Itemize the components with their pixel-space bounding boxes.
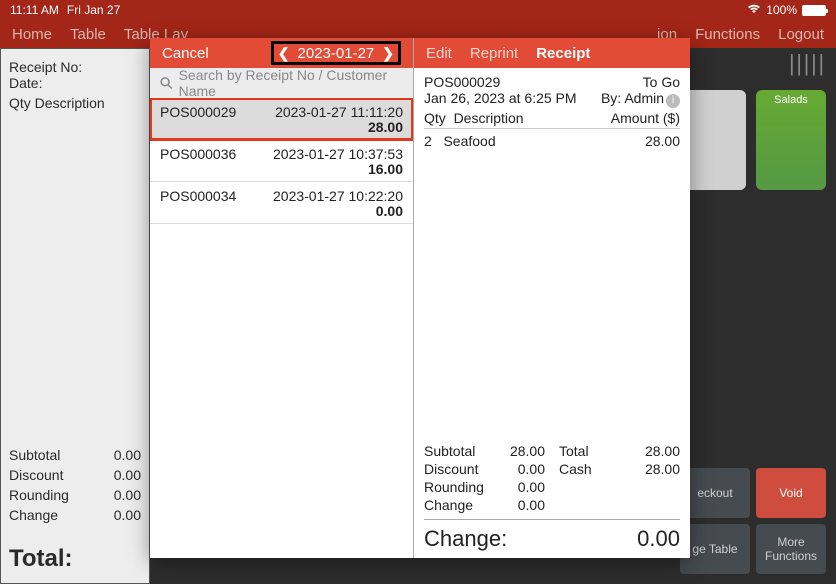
catalog: Salads [676, 90, 826, 190]
receipt-amt: 28.00 [368, 119, 403, 135]
checkout-button[interactable]: eckout [680, 468, 750, 518]
info-icon[interactable]: i [666, 94, 680, 108]
line-qty: 2 [424, 133, 432, 149]
nav-home[interactable]: Home [12, 26, 52, 43]
receipt-amt: 0.00 [376, 203, 403, 219]
date-prev-icon[interactable]: ❮ [278, 45, 290, 62]
popup-right-pane: Edit Reprint Receipt POS000029 To Go Jan… [414, 38, 690, 558]
receipt-ts: 2023-01-27 11:11:20 [275, 104, 403, 120]
bg-qtydesc: Qty Description [9, 95, 141, 111]
bg-change-v: 0.00 [114, 507, 141, 523]
subtotal-l: Subtotal [424, 443, 496, 459]
tab-receipt[interactable]: Receipt [536, 45, 590, 62]
detail-id: POS000029 [424, 74, 500, 90]
nav-table[interactable]: Table [70, 26, 106, 43]
bg-date: Date: [9, 75, 141, 91]
receipt-ts: 2023-01-27 10:37:53 [273, 146, 403, 162]
bg-receipt-panel: Receipt No: Date: Qty Description Subtot… [0, 48, 150, 584]
receipt-detail: POS000029 To Go Jan 26, 2023 at 6:25 PM … [414, 68, 690, 558]
subtotal-v: 28.00 [510, 443, 545, 459]
total-l: Total [559, 443, 631, 459]
detail-datetime: Jan 26, 2023 at 6:25 PM [424, 90, 577, 108]
receipt-amt: 16.00 [368, 161, 403, 177]
line-desc: Seafood [443, 133, 495, 149]
void-button[interactable]: Void [756, 468, 826, 518]
status-bar: 11:11 AM Fri Jan 27 100% [0, 0, 836, 20]
wifi-icon [747, 3, 761, 17]
cash-l: Cash [559, 461, 631, 477]
change-v: 0.00 [510, 497, 545, 513]
receipt-list: POS000029 2023-01-27 11:11:20 28.00 POS00… [150, 98, 413, 558]
barcode-icon[interactable]: ⎮⎮⎮⎮⎮ [787, 55, 824, 76]
popup-right-header: Edit Reprint Receipt [414, 38, 690, 68]
search-icon [160, 76, 173, 90]
receipt-id: POS000036 [160, 146, 236, 162]
status-date: Fri Jan 27 [67, 3, 120, 17]
col-qty: Qty [424, 110, 446, 126]
col-amt: Amount ($) [611, 110, 680, 126]
detail-status: To Go [643, 74, 680, 90]
cash-v: 28.00 [645, 461, 680, 477]
date-selector: ❮ 2023-01-27 ❯ [271, 41, 401, 65]
popup-left-header: Cancel ❮ 2023-01-27 ❯ [150, 38, 413, 68]
big-change-label: Change: [424, 526, 507, 552]
receipt-id: POS000034 [160, 188, 236, 204]
detail-by: By: Admin [601, 90, 664, 106]
search-placeholder: Search by Receipt No / Customer Name [179, 67, 403, 99]
catalog-salads-label: Salads [774, 94, 808, 106]
receipt-id: POS000029 [160, 104, 236, 120]
date-value[interactable]: 2023-01-27 [298, 45, 375, 62]
receipt-row[interactable]: POS000029 2023-01-27 11:11:20 28.00 [150, 98, 413, 140]
bg-discount-v: 0.00 [114, 467, 141, 483]
rounding-l: Rounding [424, 479, 496, 495]
bg-rounding-v: 0.00 [114, 487, 141, 503]
battery-icon [802, 5, 826, 16]
catalog-item-salads[interactable]: Salads [756, 90, 826, 190]
receipt-row[interactable]: POS000034 2023-01-27 10:22:20 0.00 [150, 182, 413, 224]
change-table-button[interactable]: ge Table [680, 524, 750, 574]
bg-discount-l: Discount [9, 467, 63, 483]
more-functions-button[interactable]: More Functions [756, 524, 826, 574]
bg-rounding-l: Rounding [9, 487, 69, 503]
date-next-icon[interactable]: ❯ [382, 45, 394, 62]
bg-change-l: Change [9, 507, 58, 523]
bg-receipt-no: Receipt No: [9, 59, 141, 75]
receipt-popup: Cancel ❮ 2023-01-27 ❯ Search by Receipt … [150, 38, 690, 558]
battery-pct: 100% [766, 3, 797, 17]
tab-edit[interactable]: Edit [426, 45, 452, 62]
change-l: Change [424, 497, 496, 513]
search-bar[interactable]: Search by Receipt No / Customer Name [150, 68, 413, 98]
status-time: 11:11 AM [10, 3, 59, 17]
line-amt: 28.00 [645, 133, 680, 149]
popup-left-pane: Cancel ❮ 2023-01-27 ❯ Search by Receipt … [150, 38, 414, 558]
bg-subtotal-v: 0.00 [114, 447, 141, 463]
bg-buttons: eckout Void ge Table More Functions [680, 468, 826, 574]
nav-functions[interactable]: Functions [695, 26, 760, 43]
total-v: 28.00 [645, 443, 680, 459]
big-change-value: 0.00 [637, 526, 680, 552]
receipt-ts: 2023-01-27 10:22:20 [273, 188, 403, 204]
discount-v: 0.00 [510, 461, 545, 477]
cancel-button[interactable]: Cancel [162, 45, 209, 62]
tab-reprint[interactable]: Reprint [470, 45, 518, 62]
bg-subtotal-l: Subtotal [9, 447, 60, 463]
col-desc: Description [454, 110, 524, 126]
bg-total: Total: [9, 545, 73, 573]
receipt-row[interactable]: POS000036 2023-01-27 10:37:53 16.00 [150, 140, 413, 182]
nav-logout[interactable]: Logout [778, 26, 824, 43]
rounding-v: 0.00 [510, 479, 545, 495]
discount-l: Discount [424, 461, 496, 477]
